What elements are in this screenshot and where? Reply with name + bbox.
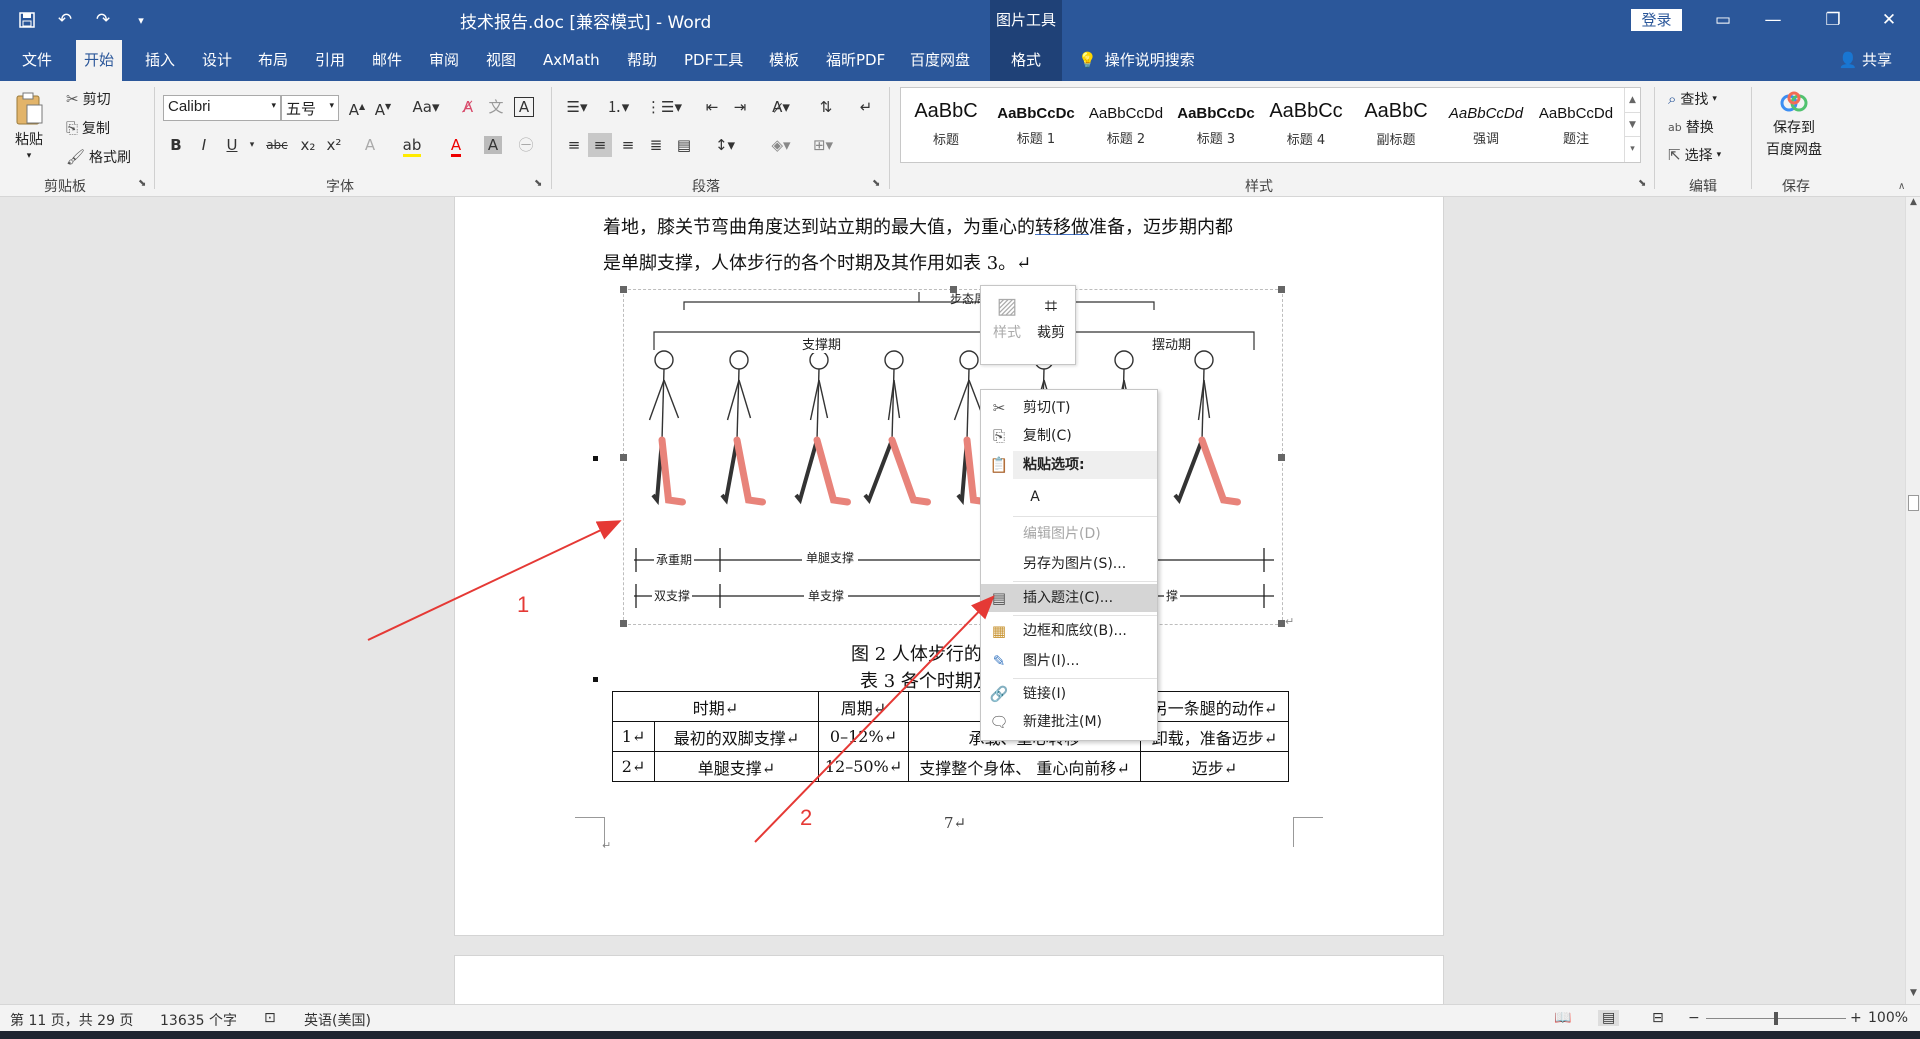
annotation-arrows	[367, 520, 995, 843]
language-status[interactable]: 英语(美国)	[304, 1010, 371, 1030]
zoom-level[interactable]: 100%	[1868, 1010, 1908, 1026]
annotation-arrow-1	[367, 520, 622, 641]
read-mode-icon[interactable]: 📖	[1554, 1010, 1571, 1026]
zoom-out-icon[interactable]: −	[1688, 1010, 1700, 1026]
proofing-icon[interactable]: ⊡	[264, 1010, 276, 1026]
web-layout-icon[interactable]: ⊟	[1652, 1010, 1664, 1026]
annotation-label-2: 2	[800, 805, 813, 830]
page-count-status[interactable]: 第 11 页，共 29 页	[10, 1010, 133, 1030]
annotation-arrow-2	[754, 595, 995, 843]
status-bar: 第 11 页，共 29 页 13635 个字 ⊡ 英语(美国) 📖 ▤ ⊟ − …	[0, 1004, 1920, 1031]
zoom-in-icon[interactable]: +	[1850, 1010, 1862, 1026]
word-count-status[interactable]: 13635 个字	[160, 1010, 237, 1030]
print-layout-icon[interactable]: ▤	[1598, 1010, 1620, 1026]
annotation-label-1: 1	[517, 592, 530, 617]
taskbar	[0, 1031, 1920, 1039]
zoom-slider-thumb[interactable]	[1774, 1012, 1778, 1025]
